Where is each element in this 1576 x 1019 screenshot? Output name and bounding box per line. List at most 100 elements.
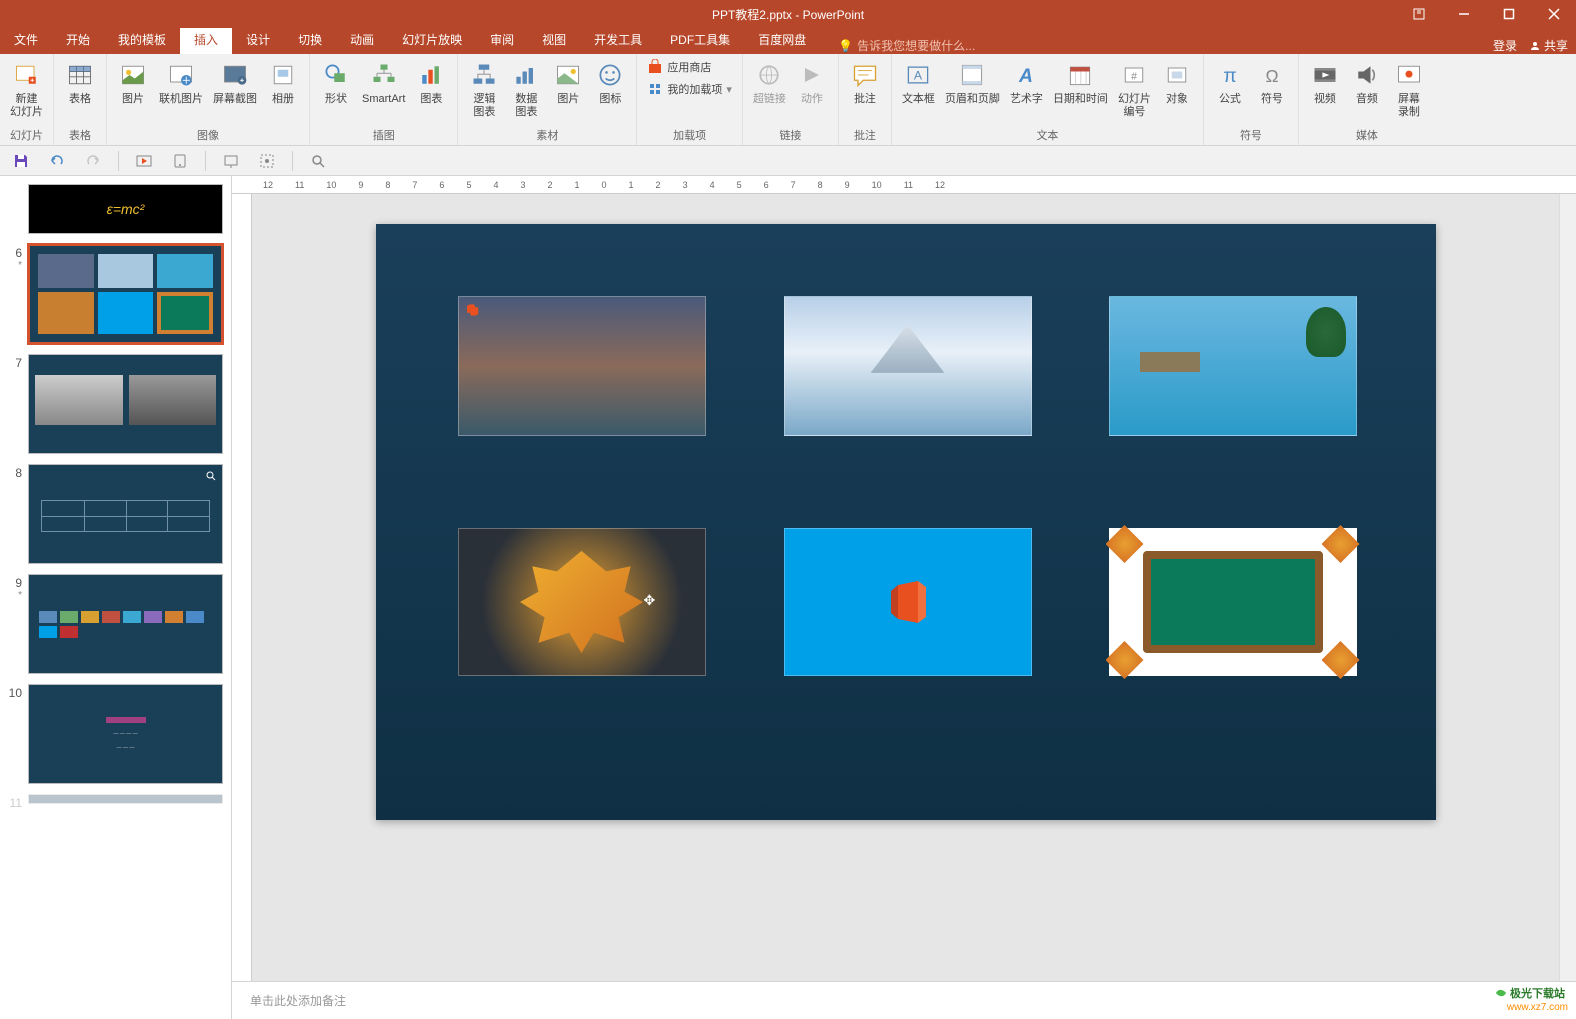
close-icon[interactable] bbox=[1531, 0, 1576, 28]
action-button[interactable]: 动作 bbox=[792, 57, 832, 108]
svg-text:A: A bbox=[1018, 66, 1033, 87]
symbol-icon: Ω bbox=[1256, 59, 1288, 91]
hyperlink-button[interactable]: 超链接 bbox=[749, 57, 790, 108]
header-footer-button[interactable]: 页眉和页脚 bbox=[941, 57, 1004, 108]
tab-view[interactable]: 视图 bbox=[528, 26, 580, 54]
ribbon-group-tables: 表格 表格 bbox=[54, 54, 107, 145]
my-addins-button[interactable]: 我的加载项 ▾ bbox=[643, 79, 736, 99]
smartart-button[interactable]: SmartArt bbox=[358, 57, 409, 108]
touch-mode-icon[interactable] bbox=[169, 150, 191, 172]
minimize-icon[interactable] bbox=[1441, 0, 1486, 28]
object-button[interactable]: 对象 bbox=[1157, 57, 1197, 108]
slide-image-mountain[interactable] bbox=[784, 296, 1032, 436]
logic-chart-icon bbox=[468, 59, 500, 91]
app-store-button[interactable]: 应用商店 bbox=[643, 57, 736, 77]
undo-icon[interactable] bbox=[46, 150, 68, 172]
slide-thumbnails-panel[interactable]: ε=mc² 6* 7 8 9* 10 — — — —— — — 11 bbox=[0, 176, 232, 1019]
slide-thumbnail[interactable]: 6* bbox=[0, 240, 231, 350]
office-logo-icon bbox=[883, 577, 933, 627]
ribbon: 新建 幻灯片 幻灯片 表格 表格 图片 联机图片 屏幕截图 相册 图像 形状 S… bbox=[0, 54, 1576, 146]
logic-chart-button[interactable]: 逻辑 图表 bbox=[464, 57, 504, 121]
slide-image-beach[interactable] bbox=[1109, 296, 1357, 436]
svg-text:π: π bbox=[1223, 66, 1236, 87]
store-icon bbox=[647, 59, 663, 75]
screen-recording-button[interactable]: 屏幕 录制 bbox=[1389, 57, 1429, 121]
tab-transitions[interactable]: 切换 bbox=[284, 26, 336, 54]
material-icon-icon bbox=[594, 59, 626, 91]
share-button[interactable]: 共享 bbox=[1529, 37, 1568, 54]
chart-button[interactable]: 图表 bbox=[411, 57, 451, 108]
present-icon[interactable] bbox=[220, 150, 242, 172]
tellme-search[interactable]: 💡 告诉我您想要做什么... bbox=[838, 37, 975, 54]
audio-icon bbox=[1351, 59, 1383, 91]
tab-file[interactable]: 文件 bbox=[0, 26, 52, 54]
comment-button[interactable]: 批注 bbox=[845, 57, 885, 108]
login-link[interactable]: 登录 bbox=[1493, 37, 1517, 54]
symbol-button[interactable]: Ω符号 bbox=[1252, 57, 1292, 108]
datetime-icon bbox=[1064, 59, 1096, 91]
tab-baidu[interactable]: 百度网盘 bbox=[744, 26, 820, 54]
slideshow-from-current-icon[interactable] bbox=[133, 150, 155, 172]
svg-text:#: # bbox=[1132, 70, 1138, 82]
table-button[interactable]: 表格 bbox=[60, 57, 100, 108]
slide-thumbnail[interactable]: 7 bbox=[0, 350, 231, 460]
zoom-icon[interactable] bbox=[307, 150, 329, 172]
screen-rec-icon bbox=[1393, 59, 1425, 91]
album-button[interactable]: 相册 bbox=[263, 57, 303, 108]
save-icon[interactable] bbox=[10, 150, 32, 172]
redo-icon[interactable] bbox=[82, 150, 104, 172]
window-title: PPT教程2.pptx - PowerPoint bbox=[712, 6, 864, 23]
vertical-scrollbar[interactable] bbox=[1559, 194, 1576, 981]
slide-thumbnail[interactable]: 10 — — — —— — — bbox=[0, 680, 231, 790]
tab-pdftools[interactable]: PDF工具集 bbox=[656, 26, 744, 54]
video-button[interactable]: 视频 bbox=[1305, 57, 1345, 108]
wordart-button[interactable]: A艺术字 bbox=[1006, 57, 1047, 108]
online-picture-icon bbox=[165, 59, 197, 91]
material-picture-button[interactable]: 图片 bbox=[548, 57, 588, 108]
bulb-icon: 💡 bbox=[838, 39, 853, 53]
material-icon-button[interactable]: 图标 bbox=[590, 57, 630, 108]
slide-image-office[interactable] bbox=[784, 528, 1032, 676]
maximize-icon[interactable] bbox=[1486, 0, 1531, 28]
addin-icon bbox=[647, 81, 663, 97]
wordart-icon: A bbox=[1010, 59, 1042, 91]
slide-canvas[interactable]: ✥ bbox=[376, 224, 1436, 820]
tab-templates[interactable]: 我的模板 bbox=[104, 26, 180, 54]
ribbon-group-illustrations: 形状 SmartArt 图表 插图 bbox=[310, 54, 458, 145]
tab-home[interactable]: 开始 bbox=[52, 26, 104, 54]
slide-thumbnail[interactable]: 8 bbox=[0, 460, 231, 570]
equation-button[interactable]: π公式 bbox=[1210, 57, 1250, 108]
tab-design[interactable]: 设计 bbox=[232, 26, 284, 54]
textbox-button[interactable]: A文本框 bbox=[898, 57, 939, 108]
tab-developer[interactable]: 开发工具 bbox=[580, 26, 656, 54]
datetime-button[interactable]: 日期和时间 bbox=[1049, 57, 1112, 108]
screenshot-button[interactable]: 屏幕截图 bbox=[209, 57, 261, 108]
picture-icon bbox=[117, 59, 149, 91]
slide-thumbnail[interactable]: 11 bbox=[0, 790, 231, 816]
slide-thumbnail[interactable]: 9* bbox=[0, 570, 231, 680]
tab-insert[interactable]: 插入 bbox=[180, 26, 232, 54]
slide-canvas-area[interactable]: ✥ bbox=[252, 194, 1559, 981]
data-chart-button[interactable]: 数据 图表 bbox=[506, 57, 546, 121]
slide-editor: 1211109876543210123456789101112 bbox=[232, 176, 1576, 1019]
screenshot-icon bbox=[219, 59, 251, 91]
video-icon bbox=[1309, 59, 1341, 91]
shapes-button[interactable]: 形状 bbox=[316, 57, 356, 108]
slide-image-city[interactable] bbox=[458, 296, 706, 436]
selection-pane-icon[interactable] bbox=[256, 150, 278, 172]
tab-review[interactable]: 审阅 bbox=[476, 26, 528, 54]
audio-button[interactable]: 音频 bbox=[1347, 57, 1387, 108]
equation-icon: π bbox=[1214, 59, 1246, 91]
ribbon-group-slides: 新建 幻灯片 幻灯片 bbox=[0, 54, 54, 145]
online-picture-button[interactable]: 联机图片 bbox=[155, 57, 207, 108]
tab-animations[interactable]: 动画 bbox=[336, 26, 388, 54]
slide-image-leaf[interactable] bbox=[458, 528, 706, 676]
slide-thumbnail[interactable]: ε=mc² bbox=[0, 180, 231, 240]
picture-button[interactable]: 图片 bbox=[113, 57, 153, 108]
new-slide-button[interactable]: 新建 幻灯片 bbox=[6, 57, 47, 121]
slide-image-chalkboard[interactable] bbox=[1109, 528, 1357, 676]
notes-pane[interactable]: 单击此处添加备注 bbox=[232, 981, 1576, 1019]
slide-number-button[interactable]: #幻灯片 编号 bbox=[1114, 57, 1155, 121]
ribbon-display-icon[interactable] bbox=[1396, 0, 1441, 28]
tab-slideshow[interactable]: 幻灯片放映 bbox=[388, 26, 476, 54]
